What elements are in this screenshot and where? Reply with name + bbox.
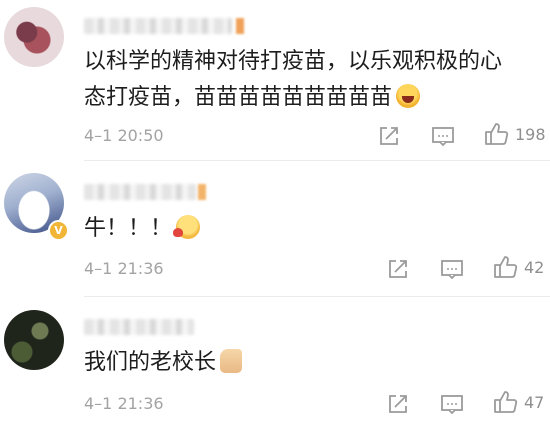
comment-icon xyxy=(441,260,463,280)
comment-text-line-2: 态打疫苗，苗苗苗苗苗苗苗苗苗 xyxy=(84,80,421,116)
laughing-emoji-icon xyxy=(396,84,421,108)
avatar[interactable] xyxy=(4,7,64,67)
username-blurred[interactable] xyxy=(84,18,232,34)
like-count: 198 xyxy=(515,124,546,144)
avatar[interactable] xyxy=(4,310,64,370)
comment-text: 我们的老校长 xyxy=(84,350,217,375)
divider xyxy=(84,296,550,297)
comment-timestamp: 4–1 20:50 xyxy=(84,126,164,145)
comment-text: 态打疫苗，苗苗苗苗苗苗苗苗苗 xyxy=(84,85,393,110)
username-tag xyxy=(236,18,244,34)
thumbs-up-icon xyxy=(494,391,518,413)
share-icon xyxy=(389,395,407,413)
comment-text-line: 以科学的精神对待打疫苗，以乐观积极的心 xyxy=(84,49,503,74)
like-button[interactable]: 42 xyxy=(492,255,544,279)
share-icon xyxy=(389,260,407,278)
username-blurred[interactable] xyxy=(84,184,196,200)
divider xyxy=(84,160,550,161)
comment-text-line: 我们的老校长 xyxy=(84,345,243,381)
comment-timestamp: 4–1 21:36 xyxy=(84,394,164,413)
comment-text: 牛！！！ xyxy=(84,216,173,241)
thumbs-up-emoji-icon xyxy=(220,349,243,373)
username-blurred[interactable] xyxy=(84,319,194,335)
like-count: 42 xyxy=(524,257,545,277)
reply-button[interactable] xyxy=(440,392,464,416)
like-button[interactable]: 198 xyxy=(483,122,546,146)
kiss-emoji-icon xyxy=(173,215,201,239)
comment-icon xyxy=(441,395,463,415)
comment-text-line: 牛！！！ xyxy=(84,211,201,247)
thumbs-up-icon xyxy=(494,256,518,278)
reply-button[interactable] xyxy=(440,257,464,281)
username-tag xyxy=(198,184,206,200)
comment-timestamp: 4–1 21:36 xyxy=(84,259,164,278)
comment-icon xyxy=(432,127,454,147)
reply-button[interactable] xyxy=(431,124,455,148)
thumbs-up-icon xyxy=(485,123,509,145)
share-button[interactable] xyxy=(387,257,409,281)
like-count: 47 xyxy=(524,392,545,412)
share-button[interactable] xyxy=(387,392,409,416)
like-button[interactable]: 47 xyxy=(492,390,544,414)
verified-badge: V xyxy=(48,220,69,241)
share-button[interactable] xyxy=(378,124,400,148)
share-icon xyxy=(380,127,398,145)
